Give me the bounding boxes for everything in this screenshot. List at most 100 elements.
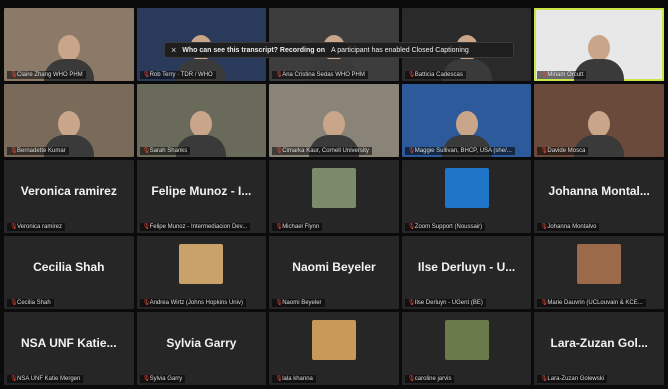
participant-name: Maggie Sullivan, BHCP, USA (she/... (414, 148, 512, 154)
muted-mic-icon: 🎙 (540, 224, 549, 230)
participant-tile[interactable]: NSA UNF Katie... 🎙 NSA UNF Katie Mergen (4, 312, 134, 385)
participant-avatar (179, 243, 224, 284)
participant-tile[interactable]: Naomi Beyeler 🎙 Naomi Beyeler (269, 236, 399, 309)
muted-mic-icon: 🎙 (407, 300, 416, 306)
participant-name-label: 🎙 Cimarka Kaur, Cornell University (272, 147, 372, 155)
participant-name: Ana Cristina Sedas WHO PHM (282, 72, 365, 78)
muted-mic-icon: 🎙 (275, 148, 283, 154)
participant-tile[interactable]: Ilse Derluyn - U... 🎙 Ilse Derluyn - UGent… (401, 236, 532, 309)
muted-mic-icon: 🎙 (275, 224, 283, 230)
participant-display-name: Johanna Montal... (548, 183, 650, 198)
captioning-banner-question[interactable]: Who can see this transcript? Recording o… (182, 47, 325, 54)
participant-tile[interactable]: 🎙 Cimarka Kaur, Cornell University (269, 84, 399, 157)
participant-name-label: 🎙 Ilse Derluyn - UGent (BE) (404, 299, 486, 307)
participant-name: Davide Mosca (547, 148, 586, 154)
participant-name-label: 🎙 Rob Terry · TDR / WHO (139, 71, 216, 79)
muted-mic-icon: 🎙 (275, 72, 283, 78)
participant-name: Felipe Munoz - Intermediacion Dev... (149, 224, 248, 230)
participant-tile[interactable]: 🎙 Andrea Wirtz (Johns Hopkins Univ) (136, 236, 267, 309)
participant-name: Rob Terry · TDR / WHO (149, 72, 213, 78)
participant-tile[interactable]: Lara-Zuzan Gol... 🎙 Lara-Zuzan Golewski (534, 312, 664, 385)
participant-tile[interactable]: 🎙 Marie Dauvrin (UCLouvain & KCE... (534, 236, 664, 309)
muted-mic-icon: 🎙 (142, 148, 151, 154)
participant-name: Johanna Montalvo (547, 224, 597, 230)
participant-name: Zoom Support (Noussair) (414, 224, 483, 230)
participant-display-name: Sylvia Garry (166, 335, 237, 350)
participant-display-name: Veronica ramirez (20, 183, 117, 198)
participant-name-label: 🎙 NSA UNF Katie Mergen (7, 375, 84, 383)
muted-mic-icon: 🎙 (275, 300, 283, 306)
muted-mic-icon: 🎙 (142, 376, 151, 382)
participant-name: Claire Zhang WHO PHM (17, 72, 83, 78)
muted-mic-icon: 🎙 (407, 224, 416, 230)
captioning-banner-message: A participant has enabled Closed Caption… (331, 46, 469, 54)
muted-mic-icon: 🎙 (10, 224, 18, 230)
participant-tile[interactable]: 🎙 Davide Mosca (534, 84, 664, 157)
participant-name: Lara-Zuzan Golewski (547, 376, 605, 382)
participant-name-label: 🎙 Claire Zhang WHO PHM (7, 71, 86, 79)
participant-tile[interactable]: Cecilia Shah 🎙 Cecilia Shah (4, 236, 134, 309)
participant-name: Miriam Orcutt (547, 72, 584, 78)
participant-display-name: Cecilia Shah (33, 259, 105, 274)
participant-name: Marie Dauvrin (UCLouvain & KCE... (547, 300, 643, 306)
muted-mic-icon: 🎙 (10, 376, 18, 382)
participant-display-name: Felipe Munoz - I... (151, 183, 252, 198)
participant-tile[interactable]: 🎙 caroline jarvis (401, 312, 532, 385)
participant-name-label: 🎙 Sarah Shanks (139, 147, 191, 155)
participant-tile[interactable]: 🎙 Maggie Sullivan, BHCP, USA (she/... (401, 84, 532, 157)
participant-display-name: Ilse Derluyn - U... (417, 259, 516, 274)
participant-name: Michael Flynn (282, 224, 320, 230)
participant-name-label: 🎙 lala khanna (272, 375, 316, 383)
participant-name-label: 🎙 Johanna Montalvo (537, 223, 600, 231)
participant-tile[interactable]: 🎙 Miriam Orcutt (534, 8, 664, 81)
participant-grid: 🎙 Claire Zhang WHO PHM 🎙 Rob Terry · TDR / … (4, 8, 664, 385)
participant-avatar (577, 243, 622, 284)
participant-name: Bernadette Kumar (17, 148, 66, 154)
participant-name: Sylvia Garry (149, 376, 183, 382)
participant-tile[interactable]: 🎙 Michael Flynn (269, 160, 399, 233)
captioning-banner: × Who can see this transcript? Recording… (164, 42, 514, 58)
participant-name: caroline jarvis (414, 376, 452, 382)
participant-name-label: 🎙 Marie Dauvrin (UCLouvain & KCE... (537, 299, 646, 307)
participant-name: NSA UNF Katie Mergen (17, 376, 81, 382)
participant-tile[interactable]: Felipe Munoz - I... 🎙 Felipe Munoz - Inter… (136, 160, 267, 233)
participant-name-label: 🎙 Miriam Orcutt (537, 71, 587, 79)
participant-name: Sarah Shanks (149, 148, 188, 154)
participant-tile[interactable]: Johanna Montal... 🎙 Johanna Montalvo (534, 160, 664, 233)
participant-tile[interactable]: Veronica ramirez 🎙 Veronica ramirez (4, 160, 134, 233)
participant-name-label: 🎙 Lara-Zuzan Golewski (537, 375, 608, 383)
participant-tile[interactable]: 🎙 Zoom Support (Noussair) (401, 160, 532, 233)
participant-name: Veronica ramirez (17, 224, 63, 230)
muted-mic-icon: 🎙 (275, 376, 283, 382)
participant-name: Andrea Wirtz (Johns Hopkins Univ) (149, 300, 243, 306)
participant-tile[interactable]: 🎙 Bernadette Kumar (4, 84, 134, 157)
participant-name-label: 🎙 Michael Flynn (272, 223, 323, 231)
participant-name-label: 🎙 Davide Mosca (537, 147, 589, 155)
participant-name: lala khanna (282, 376, 313, 382)
muted-mic-icon: 🎙 (142, 300, 151, 306)
participant-name-label: 🎙 Batticia Cadescas (404, 71, 466, 79)
muted-mic-icon: 🎙 (407, 376, 416, 382)
muted-mic-icon: 🎙 (10, 72, 18, 78)
participant-name-label: 🎙 Ana Cristina Sedas WHO PHM (272, 71, 368, 79)
participant-tile[interactable]: 🎙 Sarah Shanks (136, 84, 267, 157)
participant-tile[interactable]: 🎙 lala khanna (269, 312, 399, 385)
participant-name-label: 🎙 Cecilia Shah (7, 299, 54, 307)
participant-tile[interactable]: 🎙 Claire Zhang WHO PHM (4, 8, 134, 81)
participant-name: Cecilia Shah (17, 300, 51, 306)
participant-name-label: 🎙 Veronica ramirez (7, 223, 66, 231)
participant-name-label: 🎙 Naomi Beyeler (272, 299, 325, 307)
participant-name-label: 🎙 Maggie Sullivan, BHCP, USA (she/... (404, 147, 515, 155)
muted-mic-icon: 🎙 (142, 72, 151, 78)
muted-mic-icon: 🎙 (407, 72, 416, 78)
muted-mic-icon: 🎙 (540, 300, 549, 306)
participant-name: Ilse Derluyn - UGent (BE) (414, 300, 483, 306)
muted-mic-icon: 🎙 (407, 148, 416, 154)
muted-mic-icon: 🎙 (540, 148, 549, 154)
close-banner-button[interactable]: × (171, 45, 176, 55)
muted-mic-icon: 🎙 (10, 148, 18, 154)
participant-tile[interactable]: Sylvia Garry 🎙 Sylvia Garry (136, 312, 267, 385)
participant-display-name: Lara-Zuzan Gol... (550, 335, 648, 350)
participant-name-label: 🎙 Andrea Wirtz (Johns Hopkins Univ) (139, 299, 246, 307)
participant-name: Naomi Beyeler (282, 300, 322, 306)
